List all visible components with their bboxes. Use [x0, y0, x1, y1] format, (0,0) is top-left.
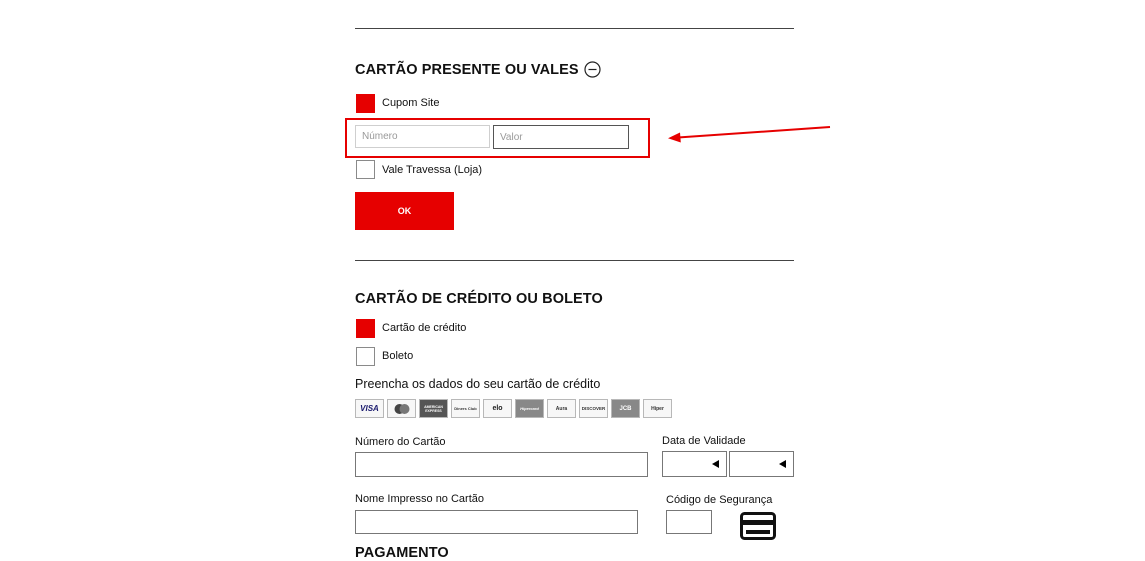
- elo-logo: elo: [483, 399, 512, 418]
- ok-button[interactable]: OK: [355, 192, 454, 230]
- top-divider: [355, 28, 794, 29]
- card-number-label: Número do Cartão: [355, 436, 446, 448]
- vale-travessa-label: Vale Travessa (Loja): [382, 164, 483, 176]
- valor-input[interactable]: [493, 125, 629, 149]
- cartao-credito-checkbox[interactable]: [356, 319, 375, 338]
- diners-logo: Diners Club: [451, 399, 480, 418]
- boleto-label: Boleto: [382, 350, 414, 362]
- section-divider: [355, 260, 794, 261]
- validity-label: Data de Validade: [662, 435, 746, 447]
- vale-travessa-checkbox[interactable]: [356, 160, 375, 179]
- cupom-site-checkbox[interactable]: [356, 94, 375, 113]
- cupom-site-label: Cupom Site: [382, 97, 440, 109]
- cartao-credito-label: Cartão de crédito: [382, 322, 467, 334]
- name-label: Nome Impresso no Cartão: [355, 493, 484, 505]
- validity-year-select[interactable]: [729, 451, 794, 477]
- amex-logo: AMERICAN EXPRESS: [419, 399, 448, 418]
- aura-logo: Aura: [547, 399, 576, 418]
- discover-logo: DISCOVER: [579, 399, 608, 418]
- jcb-logo: JCB: [611, 399, 640, 418]
- validity-month-select[interactable]: [662, 451, 727, 477]
- annotation-arrow: [668, 126, 831, 143]
- hipercard-logo: Hipercard: [515, 399, 544, 418]
- gift-section-title: CARTÃO PRESENTE OU VALES: [355, 62, 579, 78]
- name-input[interactable]: [355, 510, 638, 534]
- card-brands: VISA AMERICAN EXPRESS Diners Club elo Hi…: [355, 399, 672, 418]
- security-code-input[interactable]: [666, 510, 712, 534]
- card-instructions: Preencha os dados do seu cartão de crédi…: [355, 377, 601, 391]
- card-number-input[interactable]: [355, 452, 648, 477]
- boleto-checkbox[interactable]: [356, 347, 375, 366]
- dropdown-arrow-icon: [712, 460, 719, 468]
- numero-input[interactable]: [355, 125, 490, 148]
- payment-section-title: CARTÃO DE CRÉDITO OU BOLETO: [355, 291, 603, 307]
- next-section-title: PAGAMENTO: [355, 545, 449, 561]
- dropdown-arrow-icon: [779, 460, 786, 468]
- mastercard-logo: [387, 399, 416, 418]
- credit-card-icon: [740, 512, 776, 540]
- minus-circle-icon[interactable]: [584, 61, 601, 78]
- hiper-logo: Hiper: [643, 399, 672, 418]
- visa-logo: VISA: [355, 399, 384, 418]
- security-label: Código de Segurança: [666, 494, 773, 506]
